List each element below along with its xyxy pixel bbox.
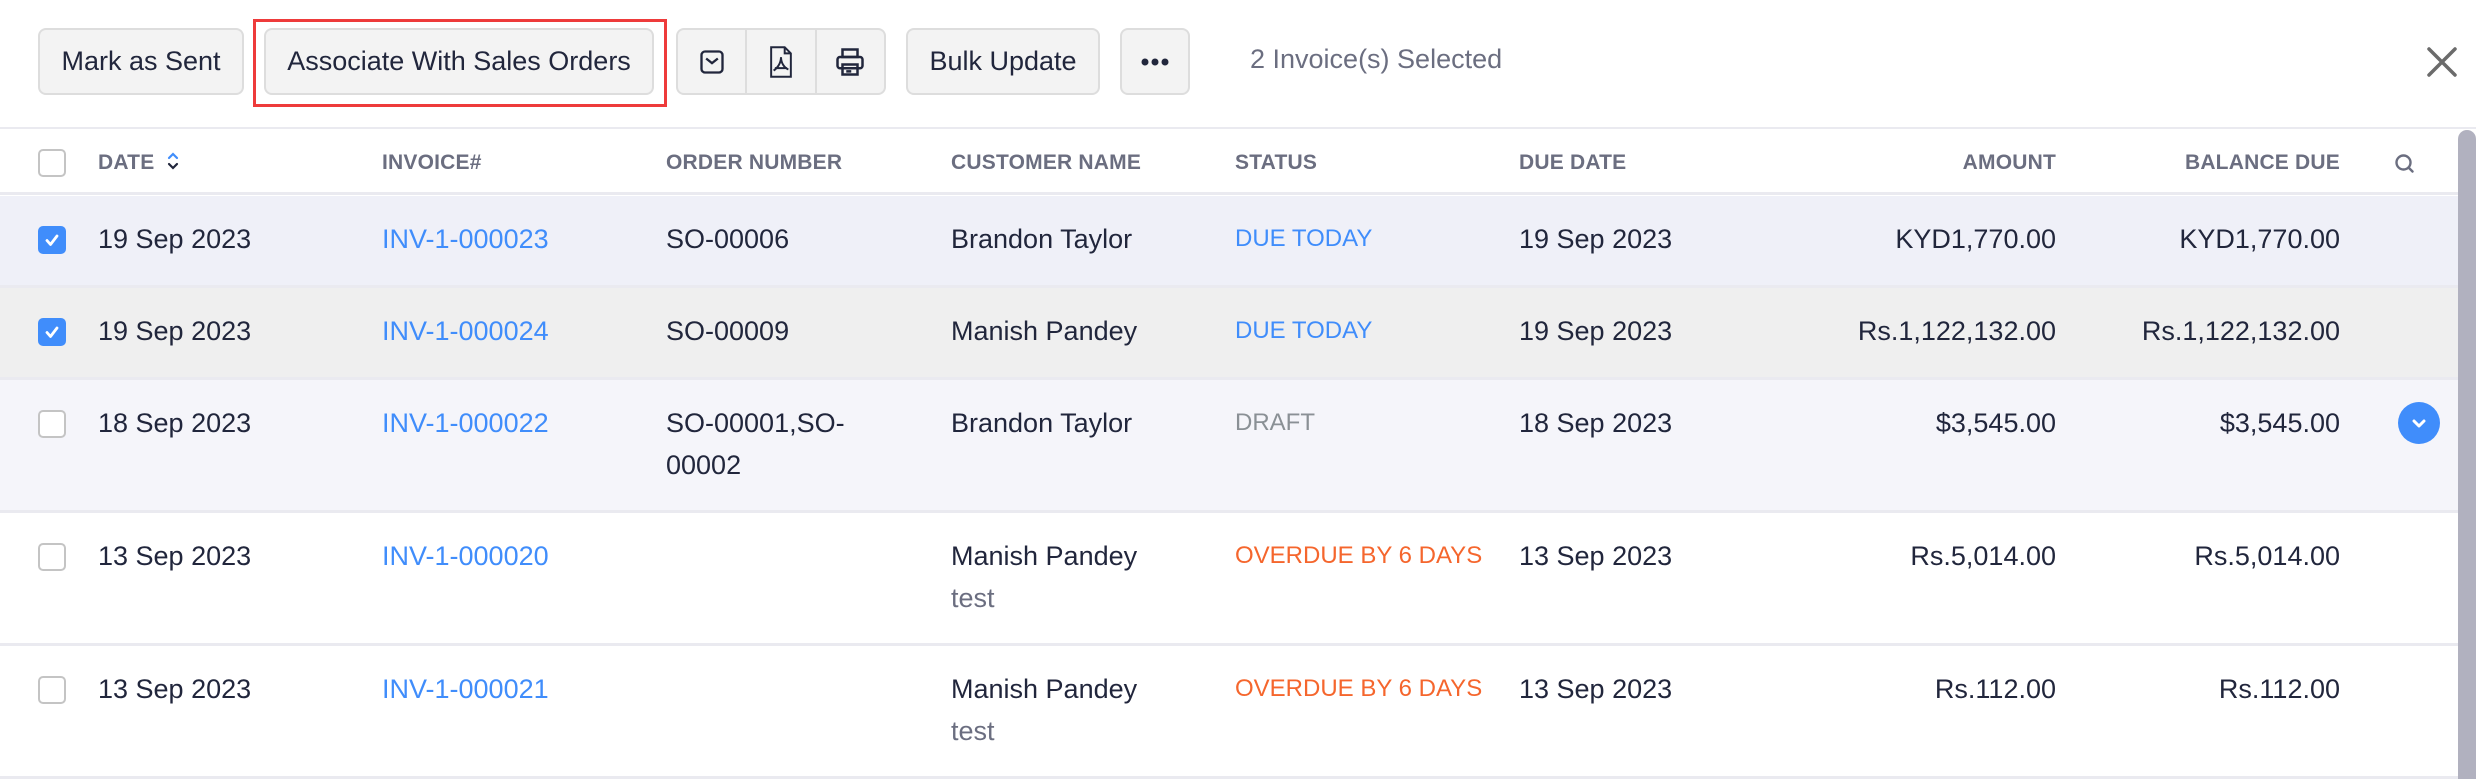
balance-due: $3,545.00 [2219,408,2340,438]
order-number: SO-00009 [666,316,790,346]
pdf-icon [770,45,792,78]
sort-icon [168,152,179,170]
invoice-date: 19 Sep 2023 [98,224,252,254]
row-checkbox[interactable] [38,226,66,254]
row-checkbox[interactable] [38,676,66,704]
column-header-date[interactable]: DATE [98,151,180,175]
invoice-date: 18 Sep 2023 [98,408,252,438]
more-actions-button[interactable] [1120,28,1190,95]
invoice-number-link[interactable]: INV-1-000024 [382,310,549,352]
column-header-invoice[interactable]: INVOICE# [382,151,482,175]
balance-due: Rs.1,122,132.00 [2141,316,2340,346]
column-header-customer-name[interactable]: CUSTOMER NAME [951,151,1141,175]
customer-name: Brandon Taylor [951,408,1133,438]
due-date: 19 Sep 2023 [1519,316,1673,346]
status-label: DUE TODAY [1235,317,1373,344]
invoice-number-link[interactable]: INV-1-000021 [382,668,549,710]
status-label: DUE TODAY [1235,225,1373,252]
status-label: OVERDUE BY 6 DAYS [1235,675,1483,702]
table-row[interactable]: 13 Sep 2023 INV-1-000020 Manish Pandey test… [0,513,2458,646]
row-checkbox[interactable] [38,318,66,346]
row-actions-button[interactable] [2398,402,2440,444]
table-row[interactable]: 19 Sep 2023 INV-1-000023 SO-00006 Brandon T… [0,196,2458,288]
order-number: SO-00001,SO- [666,408,845,438]
balance-due: Rs.112.00 [2218,674,2340,704]
balance-due: Rs.5,014.00 [2194,541,2340,571]
customer-name: Manish Pandey [951,316,1138,346]
search-column-button[interactable] [2394,153,2416,180]
close-button[interactable] [2422,42,2462,82]
invoice-date: 13 Sep 2023 [98,541,252,571]
customer-company: test [951,583,995,613]
invoice-number-link[interactable]: INV-1-000022 [382,402,549,444]
customer-name: Brandon Taylor [951,224,1133,254]
invoice-date: 13 Sep 2023 [98,674,252,704]
column-header-balance-due[interactable]: BALANCE DUE [2040,151,2340,175]
email-icon [699,49,724,74]
select-all-checkbox[interactable] [38,149,66,177]
invoice-number-link[interactable]: INV-1-000020 [382,535,549,577]
more-icon [1141,58,1169,65]
close-icon [2427,47,2457,77]
column-header-amount[interactable]: AMOUNT [1756,151,2056,175]
vertical-scrollbar[interactable] [2458,130,2476,779]
invoice-number-link[interactable]: INV-1-000023 [382,218,549,260]
status-label: OVERDUE BY 6 DAYS [1235,542,1483,569]
table-row[interactable]: 13 Sep 2023 INV-1-000021 Manish Pandey test… [0,646,2458,779]
bulk-action-toolbar: Mark as Sent Associate With Sales Orders… [0,0,2476,129]
customer-name: Manish Pandey [951,674,1138,704]
balance-due: KYD1,770.00 [2179,224,2340,254]
checkmark-icon [45,234,59,246]
mark-as-sent-button[interactable]: Mark as Sent [38,28,244,95]
customer-name: Manish Pandey [951,541,1138,571]
customer-company: test [951,716,995,746]
due-date: 13 Sep 2023 [1519,674,1673,704]
table-row[interactable]: 19 Sep 2023 INV-1-000024 SO-00009 Manish Pa… [0,288,2458,380]
row-checkbox[interactable] [38,410,66,438]
column-header-status[interactable]: STATUS [1235,151,1317,175]
search-icon [2395,154,2414,173]
print-icon [836,47,865,76]
order-number: SO-00006 [666,224,790,254]
due-date: 18 Sep 2023 [1519,408,1673,438]
export-button-group [676,28,886,95]
email-button[interactable] [678,30,745,93]
row-checkbox[interactable] [38,543,66,571]
table-header: DATE INVOICE# ORDER NUMBER CUSTOMER NAME… [0,131,2458,195]
associate-with-sales-orders-button[interactable]: Associate With Sales Orders [264,28,654,95]
column-header-order-number[interactable]: ORDER NUMBER [666,151,842,175]
status-label: DRAFT [1235,409,1315,436]
print-button[interactable] [814,30,884,93]
invoice-date: 19 Sep 2023 [98,316,252,346]
bulk-update-button[interactable]: Bulk Update [906,28,1100,95]
chevron-down-icon [2412,419,2426,428]
due-date: 19 Sep 2023 [1519,224,1673,254]
table-row[interactable]: 18 Sep 2023 INV-1-000022 SO-00001,SO- 00002… [0,380,2458,513]
pdf-button[interactable] [745,30,814,93]
due-date: 13 Sep 2023 [1519,541,1673,571]
selection-count: 2 Invoice(s) Selected [1250,44,1503,74]
column-header-due-date[interactable]: DUE DATE [1519,151,1626,175]
order-number: 00002 [666,450,742,480]
checkmark-icon [45,326,59,338]
